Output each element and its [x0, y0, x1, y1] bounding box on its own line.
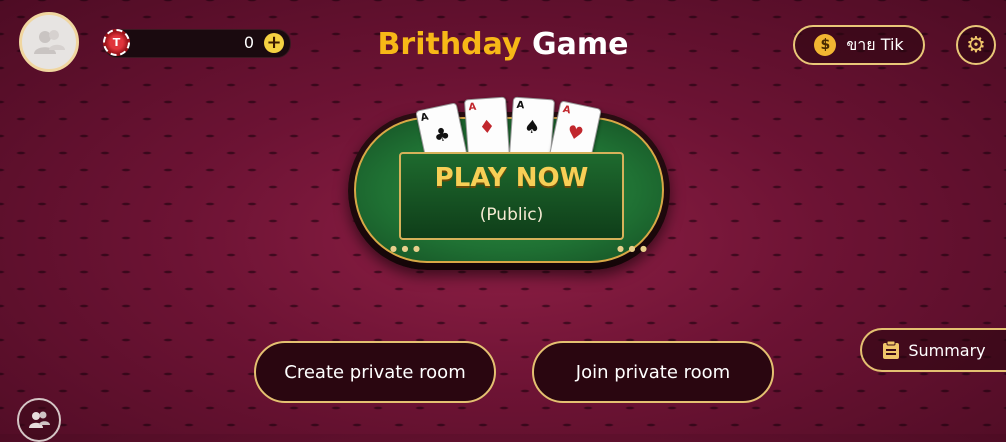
- card-suit-icon: ♦: [478, 116, 496, 139]
- sell-tik-label: ขาย Tik: [846, 34, 904, 54]
- play-now-label: PLAY NOW: [434, 163, 589, 193]
- create-private-room-label: Create private room: [284, 361, 466, 383]
- card-rank: A: [561, 104, 572, 117]
- card-rank: A: [516, 99, 525, 112]
- table-decoration-dots: ● ● ●: [617, 244, 649, 253]
- card-suit-icon: ♥: [565, 121, 586, 146]
- friends-icon: [29, 411, 50, 428]
- sell-tik-button[interactable]: $ ขาย Tik: [793, 25, 925, 65]
- table-decoration-dots: ● ● ●: [390, 244, 422, 253]
- create-private-room-button[interactable]: Create private room: [254, 341, 496, 403]
- join-private-room-label: Join private room: [575, 361, 731, 383]
- game-title-part2: Game: [531, 27, 629, 62]
- playing-card: A ♠: [508, 96, 556, 160]
- card-suit-icon: ♠: [523, 116, 541, 139]
- playing-card: A ♦: [463, 96, 511, 160]
- game-title-part1: Brithday: [377, 27, 522, 62]
- card-suit-icon: ♣: [431, 123, 453, 148]
- gear-icon: ⚙: [966, 32, 986, 58]
- summary-label: Summary: [908, 340, 986, 360]
- play-now-sublabel: (Public): [479, 205, 544, 225]
- card-rank: A: [419, 111, 430, 124]
- settings-button[interactable]: ⚙: [956, 25, 996, 65]
- friends-button[interactable]: [17, 398, 61, 442]
- clipboard-icon: [883, 340, 900, 359]
- join-private-room-button[interactable]: Join private room: [532, 341, 774, 403]
- summary-button[interactable]: Summary: [860, 328, 1006, 372]
- dollar-coin-icon: $: [814, 34, 837, 56]
- card-rank: A: [468, 101, 477, 114]
